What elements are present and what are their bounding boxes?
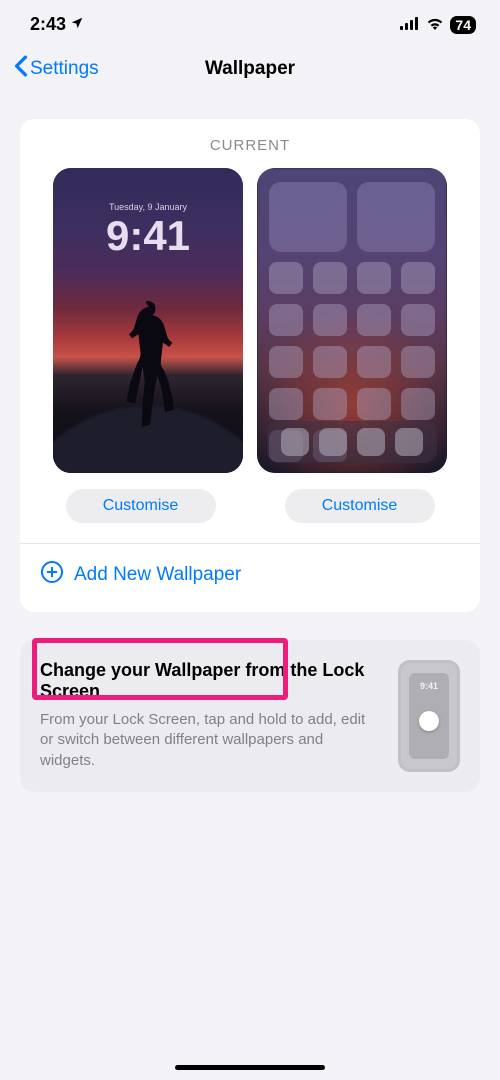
current-label: CURRENT [38, 137, 462, 154]
app-icon-placeholder [313, 304, 347, 336]
app-icon-placeholder [357, 346, 391, 378]
widget-placeholder [269, 182, 347, 252]
home-screen-preview[interactable] [257, 168, 447, 473]
app-icon-placeholder [401, 304, 435, 336]
dock-icon-placeholder [357, 428, 385, 456]
tip-card: Change your Wallpaper from the Lock Scre… [20, 640, 480, 792]
tip-body: From your Lock Screen, tap and hold to a… [40, 710, 382, 771]
tip-title: Change your Wallpaper from the Lock Scre… [40, 660, 382, 702]
dock-icon-placeholder [281, 428, 309, 456]
app-icon-placeholder [401, 262, 435, 294]
app-icon-placeholder [357, 388, 391, 420]
silhouette-figure [116, 301, 180, 421]
dock [267, 421, 437, 463]
customise-home-button[interactable]: Customise [285, 489, 435, 523]
lock-time: 9:41 [53, 212, 243, 260]
dock-icon-placeholder [395, 428, 423, 456]
app-icon-placeholder [269, 262, 303, 294]
current-wallpaper-card: CURRENT Tuesday, 9 January 9:41 [20, 119, 480, 612]
location-icon [70, 14, 84, 35]
app-icon-placeholder [269, 304, 303, 336]
status-bar: 2:43 74 [0, 0, 500, 43]
app-icon-placeholder [357, 304, 391, 336]
status-time: 2:43 [30, 14, 66, 35]
app-icon-placeholder [401, 388, 435, 420]
app-icon-placeholder [269, 388, 303, 420]
add-new-wallpaper-label: Add New Wallpaper [74, 564, 241, 586]
touch-indicator-icon [419, 711, 439, 731]
app-icon-placeholder [269, 346, 303, 378]
app-icon-placeholder [313, 262, 347, 294]
wifi-icon [426, 14, 444, 35]
dock-icon-placeholder [319, 428, 347, 456]
signal-icon [400, 14, 420, 35]
app-icon-placeholder [401, 346, 435, 378]
chevron-left-icon [14, 55, 28, 83]
home-indicator[interactable] [175, 1065, 325, 1070]
page-title: Wallpaper [205, 58, 295, 80]
app-icon-placeholder [313, 346, 347, 378]
tip-illustration-time: 9:41 [401, 681, 457, 691]
lock-screen-preview[interactable]: Tuesday, 9 January 9:41 [53, 168, 243, 473]
back-label: Settings [30, 58, 99, 80]
add-new-wallpaper-button[interactable]: Add New Wallpaper [38, 544, 462, 594]
tip-illustration: 9:41 [398, 660, 460, 772]
nav-bar: Settings Wallpaper [0, 43, 500, 101]
app-icon-placeholder [313, 388, 347, 420]
back-button[interactable]: Settings [14, 55, 99, 83]
app-icon-placeholder [357, 262, 391, 294]
lock-date: Tuesday, 9 January [53, 202, 243, 212]
customise-lock-button[interactable]: Customise [66, 489, 216, 523]
plus-circle-icon [40, 560, 64, 590]
widget-placeholder [357, 182, 435, 252]
battery-level: 74 [450, 16, 476, 34]
